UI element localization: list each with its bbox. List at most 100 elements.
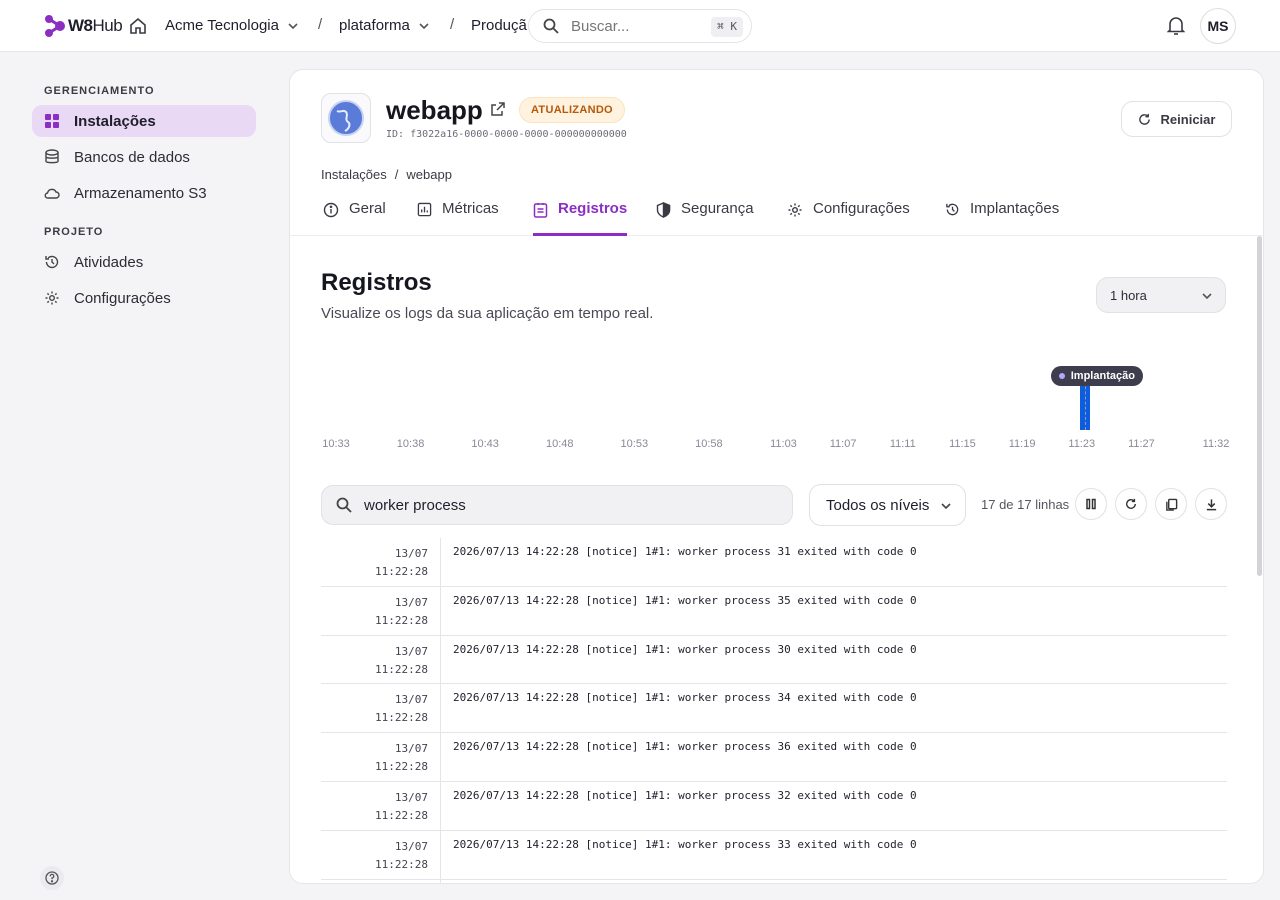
scrollbar[interactable]: [1257, 236, 1262, 576]
level-select[interactable]: Todos os níveis: [809, 484, 966, 526]
time-range-select[interactable]: 1 hora: [1096, 277, 1226, 313]
search-input[interactable]: [571, 17, 691, 35]
x-tick-label: 11:32: [1202, 438, 1230, 450]
log-message: 2026/07/13 14:22:28 [notice] 1#1: worker…: [453, 593, 917, 607]
logo[interactable]: W8Hub: [44, 13, 123, 39]
log-timestamp: 13/07 11:22:28: [321, 830, 441, 879]
level-select-value: Todos os níveis: [826, 496, 930, 514]
sidebar-item-label: Atividades: [74, 253, 144, 271]
tab-label: Métricas: [442, 200, 499, 217]
breadcrumb-current: webapp: [406, 167, 452, 182]
restart-button[interactable]: Reiniciar: [1121, 101, 1232, 137]
log-row[interactable]: 13/07 11:22:28 2026/07/13 14:22:28 [notic…: [321, 635, 1227, 685]
search-icon: [336, 497, 352, 513]
x-tick-label: 10:38: [396, 438, 425, 450]
chevron-down-icon: [419, 22, 429, 29]
chart-icon: [417, 202, 432, 217]
log-row[interactable]: 13/07 11:22:28 2026/07/13 14:22:28 [notic…: [321, 586, 1227, 636]
log-timestamp: 13/07 11:22:28: [321, 635, 441, 684]
status-badge: ATUALIZANDO: [519, 97, 625, 123]
x-tick-label: 10:33: [322, 438, 350, 450]
log-filter-bar[interactable]: [321, 485, 793, 525]
line-count: 17 de 17 linhas: [981, 497, 1070, 512]
copy-button[interactable]: [1155, 488, 1187, 520]
breadcrumb-separator: /: [450, 16, 455, 33]
bell-icon[interactable]: [1167, 16, 1185, 36]
external-link-icon[interactable]: [490, 101, 506, 117]
tab-label: Configurações: [813, 200, 910, 217]
log-row[interactable]: 13/07 11:22:28 2026/07/13 14:22:28 [notic…: [321, 733, 1227, 782]
logo-text: W8Hub: [68, 16, 123, 35]
environment-name: Produçã: [471, 17, 527, 34]
tab-settings[interactable]: Configurações: [787, 200, 910, 236]
log-timestamp: [321, 879, 441, 883]
breadcrumb: Instalações / webapp: [321, 167, 452, 182]
sidebar-item-label: Instalações: [74, 112, 156, 130]
x-tick-label: 10:48: [545, 438, 574, 450]
refresh-icon: [1126, 498, 1136, 509]
log-row[interactable]: 13/07 11:22:28 2026/07/13 14:22:28 [notic…: [321, 781, 1227, 831]
user-avatar[interactable]: MS: [1200, 8, 1236, 44]
log-message: 2026/07/13 14:22:28 [notice] 1#1: worker…: [453, 545, 917, 558]
sidebar-item-label: Configurações: [74, 289, 171, 307]
tab-label: Segurança: [681, 200, 754, 217]
globe-icon: [328, 100, 364, 136]
grid-icon: [45, 114, 59, 128]
tab-label: Geral: [349, 200, 386, 217]
tab-logs[interactable]: Registros: [533, 200, 628, 236]
tab-security[interactable]: Segurança: [656, 200, 754, 236]
download-button[interactable]: [1195, 488, 1227, 520]
search-bar[interactable]: ⌘ K: [528, 9, 752, 43]
log-row[interactable]: 13/07 11:22:28 2026/07/13 14:22:28 [notic…: [321, 830, 1227, 880]
log-message: 2026/07/13 14:22:28 [notice] 1#1: worker…: [453, 837, 917, 851]
breadcrumb-link[interactable]: Instalações: [321, 167, 387, 182]
x-tick-label: 11:15: [949, 438, 976, 450]
logs-icon: [533, 203, 548, 218]
log-row[interactable]: 13/07 11:22:28 2026/07/13 14:22:28 [notic…: [321, 538, 1227, 587]
x-tick-label: 11:03: [770, 438, 797, 450]
breadcrumb-separator: /: [318, 16, 323, 33]
sidebar-section-title: PROJETO: [44, 226, 104, 238]
environment-selector[interactable]: Produçã: [471, 17, 529, 34]
section-subtitle: Visualize os logs da sua aplicação em te…: [321, 305, 654, 322]
pause-icon: [1086, 498, 1096, 510]
tab-metrics[interactable]: Métricas: [417, 200, 499, 236]
info-icon: [323, 202, 339, 218]
search-shortcut: ⌘ K: [711, 17, 743, 37]
x-tick-label: 10:58: [695, 438, 723, 450]
history-icon: [45, 255, 59, 269]
deployment-marker-label[interactable]: Implantação: [1050, 366, 1143, 386]
log-timestamp: 13/07 11:22:28: [321, 538, 441, 586]
sidebar-item-storage[interactable]: Armazenamento S3: [32, 177, 256, 209]
sidebar-item-installations[interactable]: Instalações: [32, 105, 256, 137]
project-selector[interactable]: plataforma: [339, 17, 430, 34]
log-timestamp: 13/07 11:22:28: [321, 684, 441, 733]
tab-general[interactable]: Geral: [323, 200, 386, 236]
sidebar-item-label: Armazenamento S3: [74, 184, 207, 202]
tab-deployments[interactable]: Implantações: [945, 200, 1059, 236]
log-row[interactable]: 13/07 11:22:28 2026/07/13 14:22:28 [notic…: [321, 684, 1227, 734]
sidebar-item-settings[interactable]: Configurações: [32, 282, 256, 314]
org-name: Acme Tecnologia: [165, 17, 279, 34]
org-selector[interactable]: Acme Tecnologia: [165, 17, 299, 34]
pause-button[interactable]: [1075, 488, 1107, 520]
tab-label: Registros: [558, 200, 628, 217]
home-icon[interactable]: [129, 17, 147, 35]
log-filter-input[interactable]: [364, 496, 764, 514]
chevron-down-icon: [1202, 293, 1212, 300]
tab-label: Implantações: [970, 200, 1060, 217]
chevron-down-icon: [941, 503, 951, 510]
breadcrumb-separator: /: [394, 167, 399, 182]
x-tick-label: 11:07: [829, 438, 857, 450]
log-row[interactable]: [321, 879, 1227, 883]
sidebar-item-activities[interactable]: Atividades: [32, 246, 256, 278]
x-tick-label: 10:53: [620, 438, 649, 450]
sidebar-item-databases[interactable]: Bancos de dados: [32, 141, 256, 173]
refresh-button[interactable]: [1115, 488, 1147, 520]
search-icon: [543, 18, 559, 34]
help-icon[interactable]: [40, 866, 64, 890]
restart-label: Reiniciar: [1160, 111, 1216, 127]
database-icon: [45, 149, 59, 164]
download-icon: [1206, 498, 1216, 510]
log-message: 2026/07/13 14:22:28 [notice] 1#1: worker…: [453, 740, 917, 754]
